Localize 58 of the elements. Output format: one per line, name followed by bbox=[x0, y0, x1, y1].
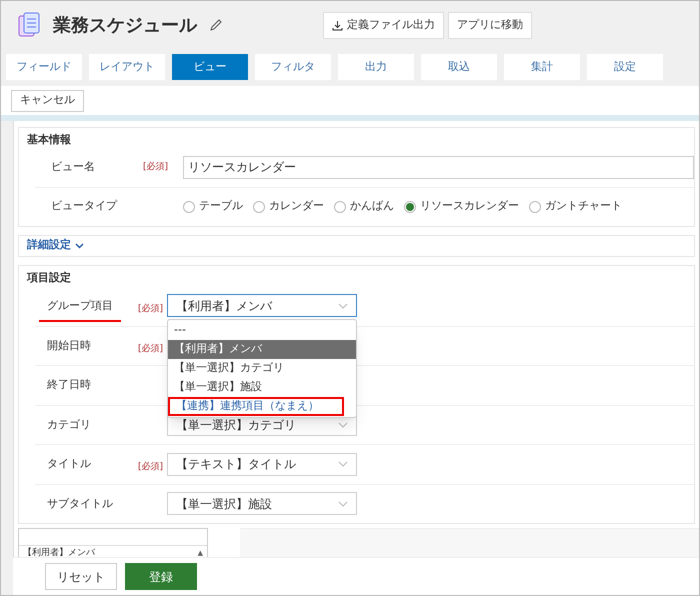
header-button[interactable]: 定義ファイル出力 bbox=[323, 12, 444, 38]
required-tag: [必須] bbox=[138, 344, 164, 354]
required-tag: [必須] bbox=[143, 160, 183, 174]
radio-button[interactable] bbox=[529, 200, 541, 212]
field-label: ビュータイプ bbox=[51, 198, 118, 214]
dropdown-menu[interactable]: --- 【利用者】メンバ 【単一選択】カテゴリ 【単一選択】施設 【連携】連携項目（なまえ） bbox=[167, 318, 357, 418]
pencil-icon bbox=[209, 18, 223, 32]
chevron-down-icon bbox=[75, 242, 84, 248]
app-title: 業務スケジュール bbox=[53, 14, 197, 38]
radio-label: テーブル bbox=[199, 198, 243, 214]
details-toggle[interactable]: 詳細設定 bbox=[27, 237, 84, 254]
field-label: 終了日時 bbox=[47, 377, 92, 393]
dropdown-option[interactable]: 【連携】連携項目（なまえ） bbox=[168, 396, 344, 416]
list-item: 【利用者】メンバ bbox=[23, 547, 95, 559]
submit-button[interactable]: 登録 bbox=[125, 563, 197, 590]
field-label: グループ項目 bbox=[39, 298, 121, 322]
field-label: 開始日時 bbox=[47, 338, 92, 354]
dropdown-option[interactable]: 【利用者】メンバ bbox=[168, 340, 356, 358]
tab[interactable]: 出力 bbox=[338, 54, 414, 80]
section-title: 基本情報 bbox=[26, 132, 72, 148]
radio-button[interactable] bbox=[253, 200, 265, 212]
view-name-field[interactable]: リソースカレンダー bbox=[183, 156, 694, 179]
dropdown-option[interactable]: 【単一選択】施設 bbox=[168, 378, 356, 396]
download-icon bbox=[332, 20, 343, 30]
field-label: カテゴリ bbox=[47, 416, 92, 432]
tab[interactable]: レイアウト bbox=[89, 54, 165, 80]
chevron-down-icon bbox=[338, 422, 348, 428]
radio-button[interactable] bbox=[334, 200, 346, 212]
select-field[interactable]: 【単一選択】施設 bbox=[167, 492, 357, 516]
chevron-down-icon bbox=[338, 302, 348, 309]
radio-button[interactable] bbox=[404, 200, 416, 212]
tab[interactable]: 取込 bbox=[421, 54, 497, 80]
radio-button[interactable] bbox=[183, 200, 195, 212]
radio-label: かんばん bbox=[350, 198, 394, 214]
field-label: サブタイトル bbox=[47, 496, 114, 512]
required-tag: [必須] bbox=[138, 462, 164, 472]
tab[interactable]: 設定 bbox=[587, 54, 663, 80]
select-field[interactable]: 【テキスト】タイトル bbox=[167, 452, 357, 476]
required-tag: [必須] bbox=[138, 304, 164, 314]
chevron-down-icon bbox=[338, 461, 348, 468]
chevron-down-icon bbox=[338, 500, 348, 507]
select-field[interactable]: 【利用者】メンバ bbox=[167, 294, 357, 318]
dropdown-option[interactable]: 【単一選択】カテゴリ bbox=[168, 358, 356, 378]
field-label: ビュー名 bbox=[51, 159, 96, 176]
tab[interactable]: フィールド bbox=[6, 54, 82, 80]
radio-label: カレンダー bbox=[269, 198, 324, 214]
reset-button[interactable]: リセット bbox=[45, 563, 117, 590]
header-button[interactable]: アプリに移動 bbox=[448, 12, 532, 38]
cancel-button[interactable]: キャンセル bbox=[11, 90, 84, 112]
section-title: 項目設定 bbox=[26, 270, 72, 286]
document-icon bbox=[17, 11, 41, 39]
tab[interactable]: 集計 bbox=[504, 54, 580, 80]
radio-label: リソースカレンダー bbox=[420, 198, 519, 214]
dropdown-option[interactable]: --- bbox=[168, 320, 356, 340]
tab[interactable]: ビュー bbox=[172, 54, 248, 80]
radio-label: ガントチャート bbox=[545, 198, 622, 214]
tab[interactable]: フィルタ bbox=[255, 54, 331, 80]
field-label: タイトル bbox=[47, 456, 92, 472]
